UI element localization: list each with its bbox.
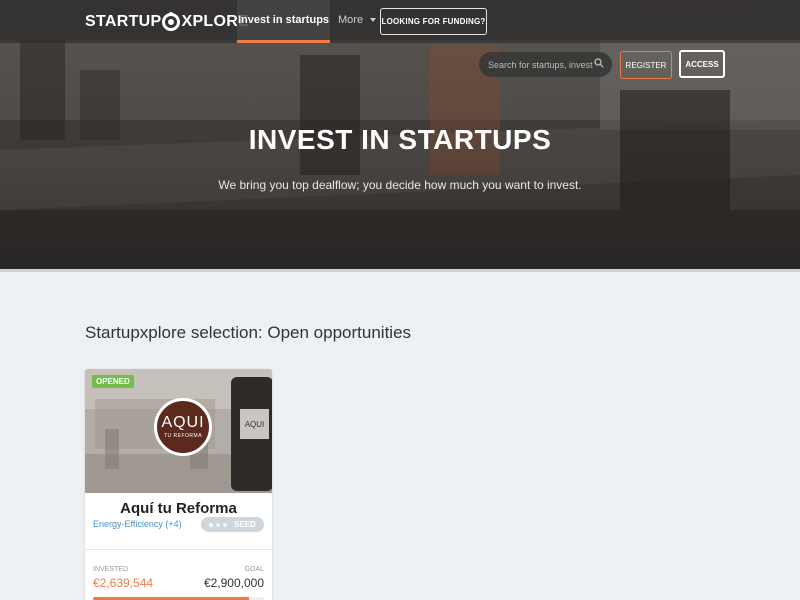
chevron-down-icon bbox=[370, 18, 377, 22]
tab-invest-in-startups[interactable]: Invest in startups bbox=[237, 0, 330, 43]
stage-dot-filled bbox=[209, 522, 213, 527]
stage-dot bbox=[223, 522, 227, 527]
startupxplore-logo[interactable]: STARTUP XPLORE bbox=[85, 12, 249, 32]
nav-more-dropdown[interactable]: More bbox=[338, 14, 377, 26]
hero-divider bbox=[0, 269, 800, 272]
company-logo-text: AQUI bbox=[161, 414, 205, 431]
logo-mark-icon bbox=[162, 12, 181, 31]
invested-value: €2,639,544 bbox=[93, 576, 154, 590]
stage-badge: SEED bbox=[201, 517, 264, 532]
search-input[interactable] bbox=[488, 59, 593, 70]
startup-tags[interactable]: Energy-Efficiency (+4) bbox=[93, 519, 182, 529]
looking-for-funding-button[interactable]: LOOKING FOR FUNDING? bbox=[380, 8, 487, 35]
register-button[interactable]: REGISTER bbox=[620, 51, 672, 79]
access-button[interactable]: ACCESS bbox=[679, 50, 725, 78]
startup-cover-image[interactable]: OPENED AQUI AQUI TU REFORMA bbox=[85, 369, 272, 493]
stage-label: SEED bbox=[234, 520, 256, 529]
startup-card[interactable]: OPENED AQUI AQUI TU REFORMA Aquí tu Refo… bbox=[85, 369, 272, 600]
goal-value: €2,900,000 bbox=[203, 576, 264, 590]
search-icon[interactable] bbox=[594, 58, 604, 68]
logo-text-left: STARTUP bbox=[85, 13, 162, 30]
card-divider bbox=[85, 549, 272, 550]
section-title: Startupxplore selection: Open opportunit… bbox=[85, 323, 412, 342]
hero-title: INVEST IN STARTUPS bbox=[248, 124, 552, 155]
startup-name[interactable]: Aquí tu Reforma bbox=[85, 500, 272, 517]
search-box[interactable] bbox=[479, 52, 612, 77]
top-navbar: STARTUP XPLORE Invest in startups More L… bbox=[0, 0, 800, 43]
goal-label: GOAL bbox=[244, 566, 264, 573]
stage-dot bbox=[216, 522, 220, 527]
invested-label: INVESTED bbox=[93, 566, 129, 573]
phone-screen-logo: AQUI bbox=[240, 409, 269, 439]
company-logo: AQUI TU REFORMA bbox=[154, 398, 212, 456]
status-badge: OPENED bbox=[92, 375, 134, 388]
nav-more-label: More bbox=[338, 14, 364, 26]
company-logo-subtext: TU REFORMA bbox=[163, 433, 203, 439]
phone-image: AQUI bbox=[231, 377, 272, 491]
hero-subtitle: We bring you top dealflow; you decide ho… bbox=[218, 178, 582, 192]
